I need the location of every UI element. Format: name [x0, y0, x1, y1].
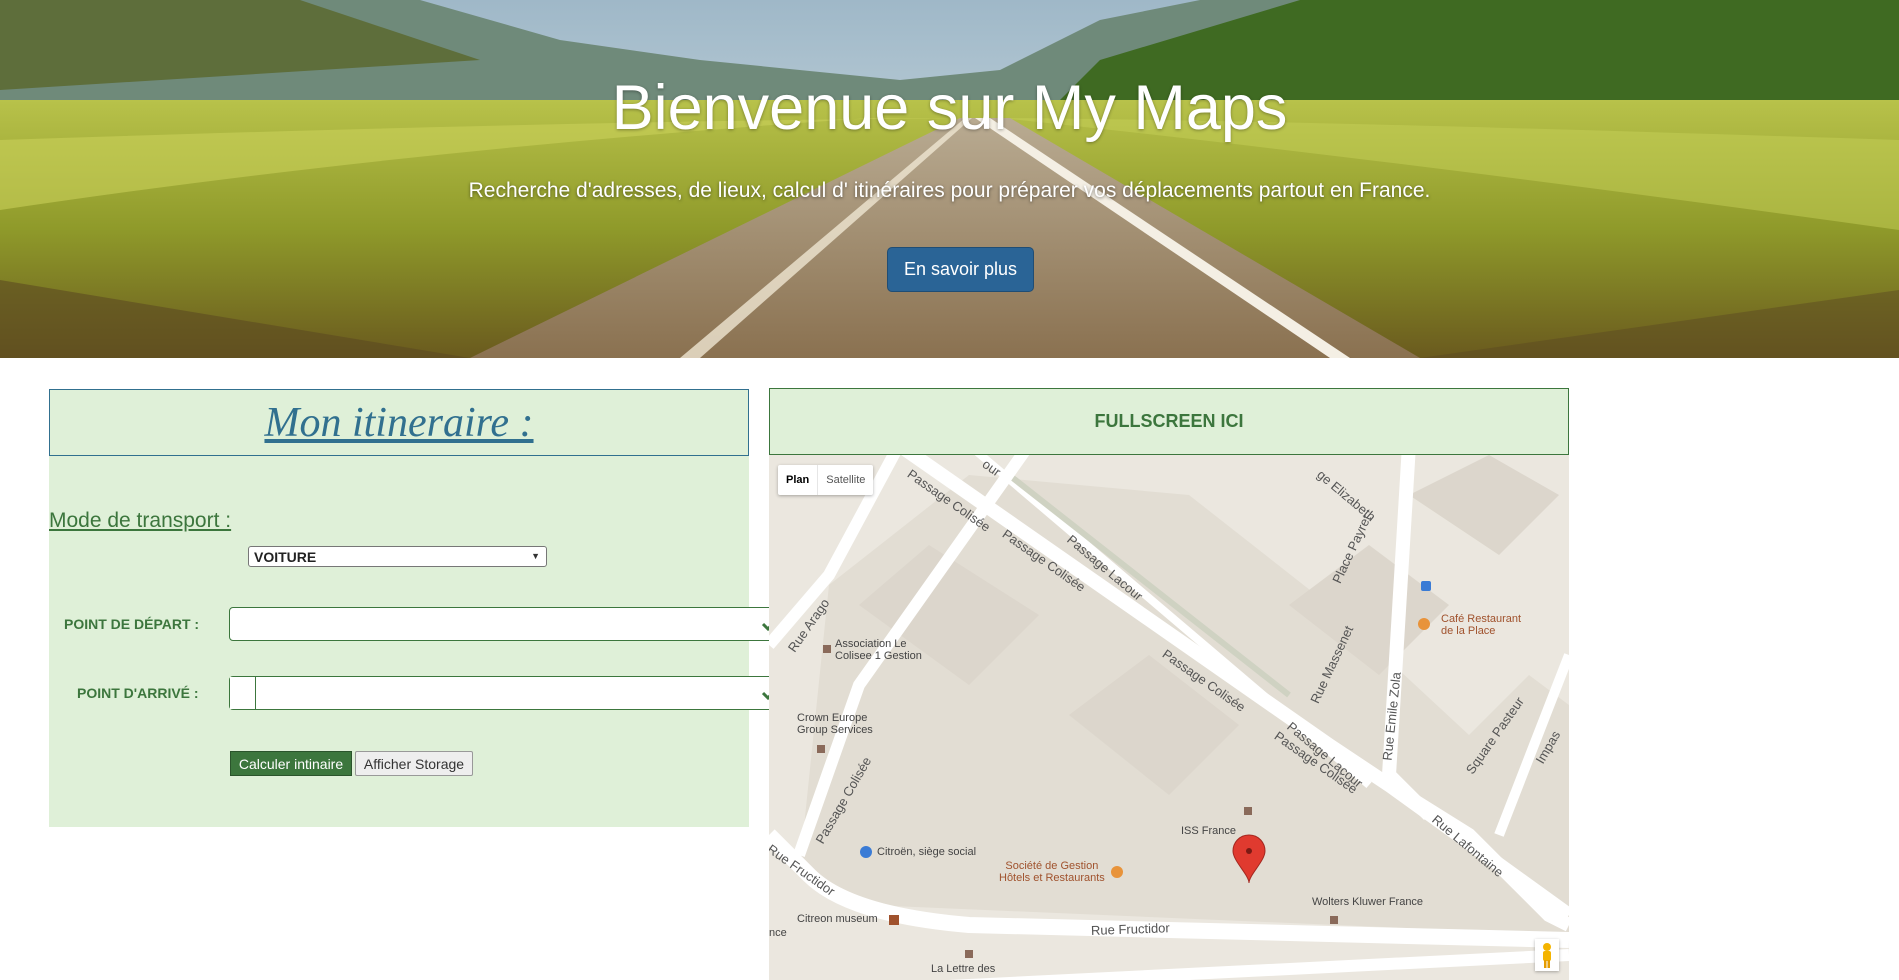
itinerary-header: Mon itineraire :: [49, 389, 749, 456]
street-label: Rue Fructidor: [1090, 920, 1170, 938]
calculate-route-button[interactable]: Calculer intinaire: [230, 751, 352, 776]
show-storage-button[interactable]: Afficher Storage: [355, 751, 473, 776]
arrival-label: POINT D'ARRIVÉ :: [77, 685, 199, 701]
hero-banner: Bienvenue sur My Maps Recherche d'adress…: [0, 0, 1899, 358]
departure-field[interactable]: [229, 607, 788, 641]
fullscreen-button[interactable]: FULLSCREEN ICI: [769, 388, 1569, 455]
poi-label[interactable]: Café Restaurant de la Place: [1441, 613, 1521, 637]
map-type-plan[interactable]: Plan: [778, 465, 819, 495]
transport-mode-select[interactable]: VOITURE ▼: [248, 546, 547, 567]
learn-more-button[interactable]: En savoir plus: [887, 247, 1034, 292]
departure-label: POINT DE DÉPART :: [64, 616, 200, 632]
map-tiles: [769, 455, 1569, 980]
poi-label[interactable]: Citroën, siège social: [877, 846, 976, 858]
poi-label[interactable]: ISS France: [1181, 825, 1236, 837]
poi-label[interactable]: Wolters Kluwer France: [1312, 896, 1423, 908]
map-type-toggle: Plan Satellite: [778, 465, 874, 495]
arrival-field-addon: [230, 677, 256, 709]
street-view-pegman[interactable]: [1535, 939, 1559, 971]
poi-label[interactable]: Citreon museum: [797, 913, 878, 925]
map-type-satellite[interactable]: Satellite: [818, 465, 873, 495]
poi-label[interactable]: Association Le Colisee 1 Gestion: [835, 638, 922, 662]
poi-label: nce: [769, 927, 787, 939]
hero-title: Bienvenue sur My Maps: [611, 73, 1288, 143]
chevron-down-icon: ▼: [531, 551, 540, 561]
pegman-icon: [1543, 943, 1551, 968]
itinerary-panel: Mon itineraire : Mode de transport : VOI…: [49, 389, 788, 827]
transport-mode-value: VOITURE: [254, 549, 317, 565]
map-view[interactable]: Plan Satellite Passage Colisée Passage C…: [769, 455, 1569, 980]
itinerary-title: Mon itineraire :: [264, 399, 534, 446]
hero-subtitle: Recherche d'adresses, de lieux, calcul d…: [468, 179, 1431, 202]
poi-label[interactable]: La Lettre des: [931, 963, 995, 975]
poi-label[interactable]: Crown Europe Group Services: [797, 712, 873, 736]
arrival-field[interactable]: [229, 676, 788, 710]
transport-mode-label: Mode de transport :: [49, 509, 232, 532]
poi-label[interactable]: Société de Gestion Hôtels et Restaurants: [999, 860, 1105, 884]
